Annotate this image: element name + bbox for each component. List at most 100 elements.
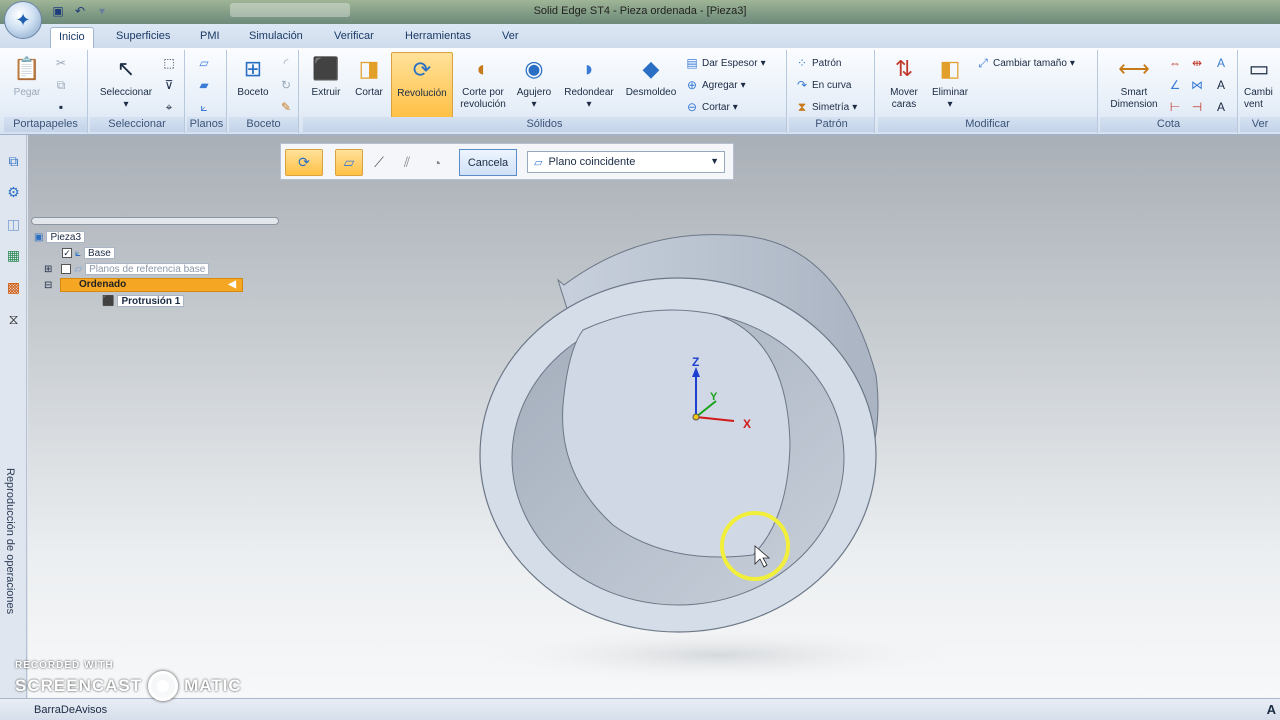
tree-root[interactable]: ▣ Pieza3 (34, 231, 86, 243)
move-faces-button[interactable]: ⇅ Mover caras (882, 54, 926, 111)
draft-button[interactable]: ◆ Desmoldeo (621, 54, 681, 99)
layers-icon[interactable]: ◫ (4, 215, 23, 234)
dim-tool-3[interactable]: ⊢ (1168, 100, 1182, 114)
round-button[interactable]: ◗ Redondear ▾ (559, 54, 619, 111)
profile-step-button[interactable]: ⟋ (367, 149, 391, 176)
chevron-down-icon: ▾ (852, 102, 858, 113)
collapse-icon[interactable]: ⊟ (44, 280, 52, 291)
switch-window-button[interactable]: ▭ Cambi vent (1244, 54, 1280, 111)
checkbox-empty-icon[interactable] (61, 264, 72, 274)
group-ver: ▭ Cambi vent Ver (1240, 50, 1280, 133)
text-annot-icon: A (1216, 56, 1225, 70)
format-button[interactable]: ▪ (54, 100, 68, 114)
app-logo-icon: ✦ (15, 9, 31, 30)
chevron-down-icon: ▾ (740, 79, 746, 91)
checkbox-checked-icon[interactable]: ✓ (62, 248, 72, 258)
tree-item-reference-planes[interactable]: ⊞ ▱ Planos de referencia base (44, 263, 210, 275)
pathfinder-icon[interactable]: ⧉ (4, 152, 23, 171)
axis-step-button[interactable]: ⫽ (395, 149, 419, 176)
text-tool-2[interactable]: A (1214, 78, 1228, 92)
thicken-button[interactable]: ▤ Dar Espesor ▾ (685, 56, 765, 70)
plane-tool-1[interactable]: ▱ (197, 56, 211, 70)
features-icon[interactable]: ⚙ (4, 183, 23, 202)
dim-tool-2[interactable]: ∠ (1168, 78, 1182, 92)
text-tool-3[interactable]: A (1214, 100, 1228, 114)
plane-tool-2[interactable]: ▰ (197, 78, 211, 92)
dropdown-icon[interactable]: ▾ (94, 3, 110, 19)
text-tool-1[interactable]: A (1214, 56, 1228, 70)
revolve-step-button[interactable]: ⟳ (285, 149, 323, 176)
axes-icon: ⟀ (200, 100, 208, 114)
delete-button[interactable]: ◧ Eliminar ▾ (928, 54, 972, 111)
select-tool-3[interactable]: ⌖ (162, 100, 176, 115)
tab-verificar[interactable]: Verificar (326, 27, 382, 48)
select-button[interactable]: ↖ Seleccionar ▾ (94, 54, 158, 111)
tab-superficies[interactable]: Superficies (108, 27, 178, 48)
tab-inicio[interactable]: Inicio (50, 27, 94, 48)
dim-tool-5[interactable]: ⋈ (1190, 78, 1204, 92)
tree-item-ordered[interactable]: Ordenado ◀ (60, 278, 243, 292)
sketch-button[interactable]: ⊞ Boceto (231, 54, 275, 99)
dim-tool-1[interactable]: ⇔ (1168, 56, 1182, 70)
extent-icon: ◔ (432, 154, 442, 171)
tab-pmi[interactable]: PMI (192, 27, 228, 48)
text-size-icon: A (1216, 100, 1225, 114)
extrude-button[interactable]: ⬛ Extruir (307, 54, 345, 99)
application-button[interactable]: ✦ (4, 1, 42, 39)
color-icon[interactable]: ▩ (4, 278, 23, 297)
tree-item-base[interactable]: ✓ ⟀ Base (62, 247, 115, 259)
select-tool-1[interactable]: ⬚ (162, 56, 176, 70)
tab-herramientas[interactable]: Herramientas (397, 27, 479, 48)
select-tool-2[interactable]: ⊽ (162, 78, 176, 92)
dim-tool-6[interactable]: ⊣ (1190, 100, 1204, 114)
pathfinder-bar[interactable] (31, 217, 279, 225)
left-dock: ⧉ ⚙ ◫ ▦ ▩ ⧖ Reproducción de operaciones (0, 135, 27, 705)
playback-icon[interactable]: ⧖ (4, 310, 23, 329)
sketch-tool-2[interactable]: ↻ (279, 78, 293, 92)
dim-tool-4[interactable]: ⇹ (1190, 56, 1204, 70)
save-icon[interactable]: ▣ (50, 3, 66, 19)
text-icon: A (1216, 78, 1225, 92)
cut-button[interactable]: ✂ (54, 56, 68, 70)
revolved-cut-button[interactable]: ◐ Corte por revolución (455, 54, 511, 111)
plane-tool-3[interactable]: ⟀ (197, 100, 211, 115)
sketch-tool-1[interactable]: ◜ (279, 56, 293, 70)
origin-point (692, 413, 700, 421)
add-button[interactable]: ⊕ Agregar ▾ (685, 78, 746, 92)
group-seleccionar: ↖ Seleccionar ▾ ⬚ ⊽ ⌖ Seleccionar (90, 50, 185, 133)
plane-step-icon: ▱ (343, 154, 355, 170)
cut-solid-button[interactable]: ◨ Cortar (350, 54, 388, 99)
group-portapapeles: 📋 Pegar ✂ ⧉ ▪ Portapapeles (4, 50, 88, 133)
pick-icon: ⌖ (165, 100, 173, 114)
add-label: Agregar (702, 79, 738, 91)
expand-icon[interactable]: ⊞ (44, 264, 52, 275)
undo-icon[interactable]: ↶ (72, 3, 88, 19)
tab-ver[interactable]: Ver (494, 27, 527, 48)
extrude-icon: ⬛ (312, 56, 340, 81)
revolve-button[interactable]: ⟳ Revolución (391, 52, 453, 118)
hole-button[interactable]: ◉ Agujero ▾ (513, 54, 555, 111)
switch-window-label-2: vent (1244, 99, 1263, 110)
tab-simulacion[interactable]: Simulación (241, 27, 311, 48)
mirror-button[interactable]: ⧗ Simetría ▾ (795, 100, 857, 115)
along-curve-button[interactable]: ↷ En curva (795, 78, 852, 92)
copy-button[interactable]: ⧉ (54, 78, 68, 93)
cancel-button[interactable]: Cancela (459, 149, 517, 176)
plane-select-dropdown[interactable]: ▱ Plano coincidente ▼ (527, 151, 725, 173)
smart-dimension-label-1: Smart (1120, 87, 1148, 98)
playback-tab-label[interactable]: Reproducción de operaciones (4, 468, 16, 614)
plane-step-button[interactable]: ▱ (335, 149, 363, 176)
tree-item-protrusion[interactable]: ⬛ Protrusión 1 (102, 295, 185, 307)
library-icon[interactable]: ▦ (4, 246, 23, 265)
status-bar: BarraDeAvisos A (0, 698, 1280, 720)
pattern-button[interactable]: ⁘ Patrón (795, 56, 842, 70)
extent-step-button[interactable]: ◔ (425, 149, 449, 176)
sketch-tool-3[interactable]: ✎ (279, 100, 293, 114)
resize-button[interactable]: ⤢ Cambiar tamaño ▾ (976, 56, 1075, 71)
smart-dimension-button[interactable]: ⟷ Smart Dimension (1104, 54, 1164, 111)
dim-group-icon: ⋈ (1191, 78, 1203, 92)
tree-ordered-label: Ordenado (79, 279, 127, 290)
paste-button[interactable]: 📋 Pegar (10, 54, 44, 99)
cut-small-button[interactable]: ⊖ Cortar ▾ (685, 100, 738, 114)
ground-shadow (478, 627, 958, 683)
